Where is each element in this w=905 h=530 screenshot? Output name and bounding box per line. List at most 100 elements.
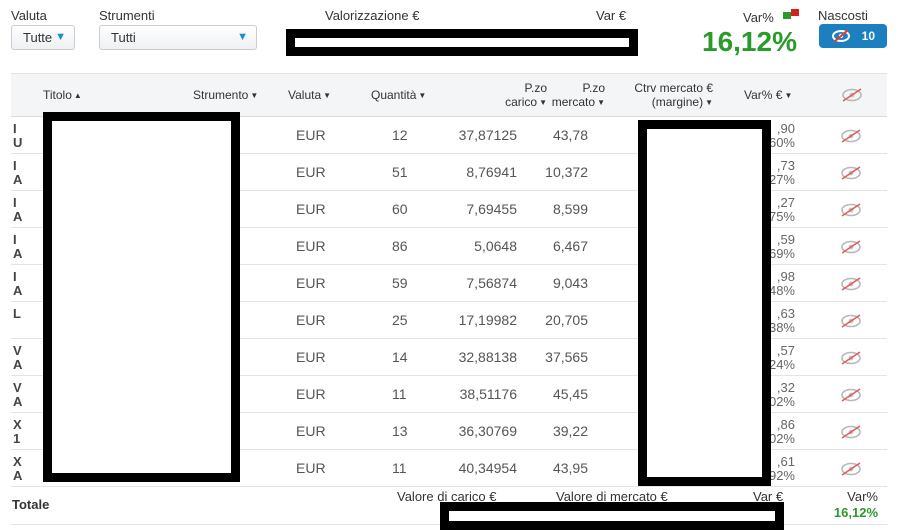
nascosti-button[interactable]: 10 (819, 24, 887, 48)
pzo-carico-cell: 7,69455 (466, 201, 517, 217)
titolo-line2: A (13, 172, 23, 187)
sort-titolo[interactable]: Titolo ▲ (43, 88, 82, 103)
valuta-cell: EUR (296, 312, 326, 328)
chevron-down-icon: ▼ (237, 31, 248, 43)
sort-ctrv-mercato[interactable]: Ctrv mercato € (margine) ▼ (617, 81, 713, 110)
row-hide-toggle[interactable] (840, 239, 862, 258)
var-eur-cell: ,57 (776, 343, 795, 358)
header-titolo-label: Titolo (43, 88, 72, 102)
header-quantita-label: Quantità (371, 88, 417, 102)
header-ctrv-line2: (margine) (651, 95, 704, 109)
sort-desc-icon: ▼ (784, 90, 793, 100)
sort-desc-icon: ▼ (323, 90, 332, 100)
var-eur-cell: ,98 (776, 269, 795, 284)
valuta-cell: EUR (296, 164, 326, 180)
var-eur-cell: ,27 (776, 195, 795, 210)
titolo-line1: V (13, 380, 22, 395)
valuta-cell: EUR (296, 127, 326, 143)
sort-strumento[interactable]: Strumento ▼ (193, 88, 258, 103)
sort-desc-icon: ▼ (705, 97, 713, 107)
valuta-cell: EUR (296, 349, 326, 365)
footer-var-pct-label: Var% (847, 489, 878, 504)
titolo-line2: 1 (13, 431, 21, 446)
redacted-block (638, 120, 771, 486)
pzo-carico-cell: 36,30769 (458, 423, 517, 439)
flag-icon (783, 9, 801, 19)
var-eur-cell: ,61 (776, 454, 795, 469)
header-strumento-label: Strumento (193, 88, 249, 102)
row-hide-toggle[interactable] (840, 165, 862, 184)
eye-hidden-icon (841, 462, 861, 476)
strumenti-select-value: Tutti (111, 30, 136, 45)
valuta-cell: EUR (296, 460, 326, 476)
pzo-mercato-cell: 6,467 (552, 238, 588, 254)
row-hide-toggle[interactable] (840, 128, 862, 147)
eye-hidden-icon (842, 88, 862, 102)
valuta-cell: EUR (296, 423, 326, 439)
titolo-line2: A (13, 357, 23, 372)
hide-all-toggle[interactable] (841, 87, 863, 106)
valuta-cell: EUR (296, 238, 326, 254)
titolo-line1: L (13, 306, 21, 321)
row-hide-toggle[interactable] (840, 276, 862, 295)
titolo-line1: I (13, 195, 17, 210)
pzo-carico-cell: 32,88138 (458, 349, 517, 365)
titolo-line2: A (13, 209, 23, 224)
pzo-mercato-cell: 8,599 (552, 201, 588, 217)
titolo-line2: A (13, 283, 23, 298)
row-hide-toggle[interactable] (840, 424, 862, 443)
pzo-mercato-cell: 9,043 (552, 275, 588, 291)
chevron-down-icon: ▼ (55, 31, 66, 43)
eye-hidden-icon (841, 388, 861, 402)
quantita-cell: 13 (392, 423, 408, 439)
eye-hidden-icon (841, 166, 861, 180)
var-eur-cell: ,90 (776, 121, 795, 136)
table-header: Titolo ▲ Strumento ▼ Valuta ▼ Quantità ▼ P.z… (11, 73, 887, 117)
titolo-line2: A (13, 246, 23, 261)
valuta-label: Valuta (11, 8, 47, 23)
sort-desc-icon: ▼ (250, 90, 259, 100)
pzo-carico-cell: 37,87125 (458, 127, 517, 143)
sort-pzo-mercato[interactable]: P.zo mercato ▼ (531, 81, 605, 110)
row-hide-toggle[interactable] (840, 350, 862, 369)
titolo-line1: I (13, 158, 17, 173)
eye-hidden-icon (841, 425, 861, 439)
titolo-line2: A (13, 468, 23, 483)
pzo-carico-cell: 8,76941 (466, 164, 517, 180)
pzo-carico-cell: 17,19982 (458, 312, 517, 328)
sort-desc-icon: ▼ (597, 97, 605, 107)
eye-hidden-icon (841, 203, 861, 217)
sort-desc-icon: ▼ (418, 90, 427, 100)
row-hide-toggle[interactable] (840, 313, 862, 332)
var-pct-value: 16,12% (702, 26, 797, 57)
quantita-cell: 25 (392, 312, 408, 328)
nascosti-count: 10 (861, 29, 875, 43)
valuta-cell: EUR (296, 201, 326, 217)
totale-label: Totale (12, 497, 50, 512)
nascosti-label: Nascosti (818, 8, 868, 23)
titolo-line1: V (13, 343, 22, 358)
sort-asc-icon: ▲ (73, 90, 82, 100)
redacted-block (286, 29, 638, 56)
redacted-block (43, 112, 240, 482)
quantita-cell: 12 (392, 127, 408, 143)
titolo-line2: A (13, 394, 23, 409)
sort-valuta[interactable]: Valuta ▼ (288, 88, 331, 103)
valuta-select[interactable]: Tutte ▼ (11, 25, 75, 50)
pzo-carico-cell: 38,51176 (459, 386, 517, 402)
header-pzo-mercato-line1: P.zo (582, 81, 605, 95)
quantita-cell: 60 (392, 201, 408, 217)
quantita-cell: 11 (392, 460, 407, 476)
sort-quantita[interactable]: Quantità ▼ (371, 88, 426, 103)
row-hide-toggle[interactable] (840, 461, 862, 480)
row-hide-toggle[interactable] (840, 387, 862, 406)
var-eur-cell: ,59 (776, 232, 795, 247)
sort-var-pct[interactable]: Var% € ▼ (744, 88, 792, 103)
quantita-cell: 11 (392, 386, 407, 402)
strumenti-select[interactable]: Tutti ▼ (99, 25, 257, 50)
var-pct-label: Var% (743, 10, 774, 25)
header-ctrv-line1: Ctrv mercato € (634, 81, 713, 95)
header-var-pct-label: Var% € (744, 88, 783, 102)
row-hide-toggle[interactable] (840, 202, 862, 221)
eye-hidden-icon (841, 277, 861, 291)
